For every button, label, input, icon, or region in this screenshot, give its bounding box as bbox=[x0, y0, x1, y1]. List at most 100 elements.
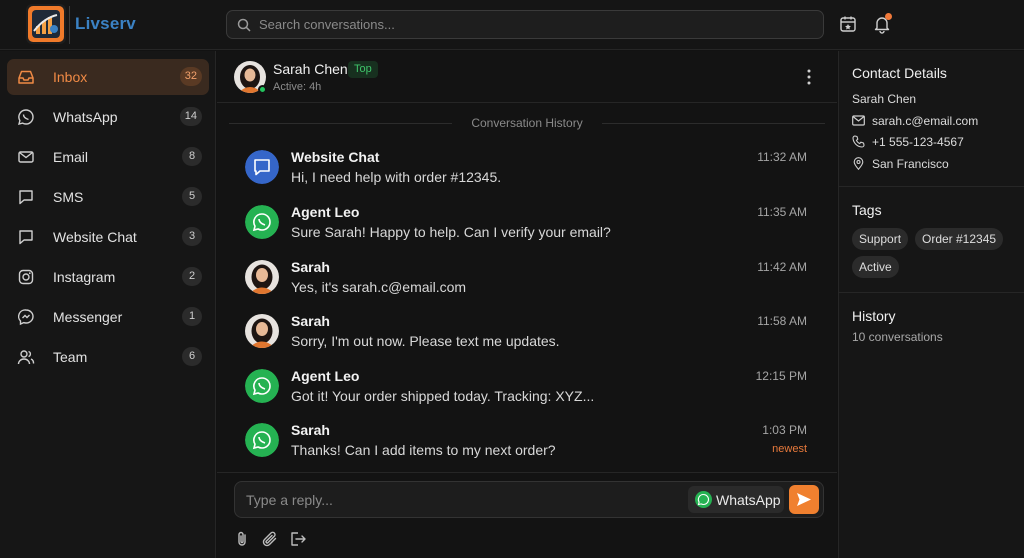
sidebar-item-label: Messenger bbox=[53, 309, 123, 325]
message-item[interactable]: Sarah Sorry, I'm out now. Please text me… bbox=[245, 312, 815, 362]
brand-divider bbox=[69, 6, 70, 44]
reply-box[interactable]: WhatsApp bbox=[234, 481, 824, 518]
more-options-icon[interactable] bbox=[805, 68, 813, 86]
whatsapp-avatar bbox=[245, 369, 279, 403]
count-badge: 14 bbox=[179, 107, 202, 126]
sidebar: Inbox 32 WhatsApp 14 Email 8 SMS 5 Websi… bbox=[0, 51, 216, 558]
whatsapp-icon bbox=[695, 491, 712, 508]
sidebar-item-label: Inbox bbox=[53, 69, 88, 85]
top-bar: Livserv bbox=[0, 0, 1024, 50]
tag-chip[interactable]: Order #12345 bbox=[915, 228, 1004, 250]
sidebar-item-sms[interactable]: SMS 5 bbox=[7, 179, 209, 215]
online-indicator bbox=[258, 85, 267, 94]
tags-section: Tags Support Order #12345 Active bbox=[839, 187, 1024, 293]
message-text: Sure Sarah! Happy to help. Can I verify … bbox=[291, 224, 611, 240]
reply-channel-label: WhatsApp bbox=[716, 492, 781, 508]
contact-details-title: Contact Details bbox=[852, 65, 947, 81]
sidebar-item-instagram[interactable]: Instagram 2 bbox=[7, 259, 209, 295]
message-time: 11:58 AM bbox=[757, 314, 807, 328]
message-sender: Website Chat bbox=[291, 149, 380, 165]
tags-title: Tags bbox=[852, 202, 882, 218]
count-badge: 8 bbox=[182, 147, 202, 166]
message-sender: Agent Leo bbox=[291, 368, 360, 384]
message-text: Thanks! Can I add items to my next order… bbox=[291, 442, 556, 458]
sidebar-item-label: SMS bbox=[53, 189, 84, 205]
sidebar-item-messenger[interactable]: Messenger 1 bbox=[7, 299, 209, 335]
messenger-icon bbox=[18, 309, 34, 326]
tag-chip[interactable]: Active bbox=[852, 256, 899, 278]
count-badge: 6 bbox=[182, 347, 202, 366]
team-icon bbox=[17, 350, 35, 365]
contact-avatar[interactable] bbox=[234, 61, 267, 94]
history-title: History bbox=[852, 308, 896, 324]
history-section: History 10 conversations bbox=[839, 293, 1024, 363]
message-text: Hi, I need help with order #12345. bbox=[291, 169, 502, 185]
message-item[interactable]: Sarah Yes, it's sarah.c@email.com 11:42 … bbox=[245, 258, 815, 308]
calendar-icon[interactable] bbox=[838, 14, 858, 34]
contact-avatar bbox=[245, 314, 279, 348]
sidebar-item-team[interactable]: Team 6 bbox=[7, 339, 209, 375]
message-item[interactable]: Website Chat Hi, I need help with order … bbox=[245, 148, 815, 198]
history-divider: Conversation History bbox=[229, 115, 825, 131]
reply-input[interactable] bbox=[246, 482, 666, 517]
priority-badge: Top bbox=[348, 61, 378, 78]
active-status: Active: 4h bbox=[273, 81, 322, 93]
message-text: Sorry, I'm out now. Please text me updat… bbox=[291, 333, 560, 349]
sidebar-item-label: Instagram bbox=[53, 269, 116, 285]
message-time: 12:15 PM bbox=[755, 369, 807, 383]
transfer-icon[interactable] bbox=[289, 530, 307, 548]
message-text: Yes, it's sarah.c@email.com bbox=[291, 279, 467, 295]
sidebar-item-website-chat[interactable]: Website Chat 3 bbox=[7, 219, 209, 255]
contact-name[interactable]: Sarah Chen bbox=[273, 61, 348, 77]
message-item[interactable]: Agent Leo Got it! Your order shipped tod… bbox=[245, 367, 815, 417]
brand-name: Livserv bbox=[75, 14, 136, 33]
reply-channel-select[interactable]: WhatsApp bbox=[688, 486, 784, 513]
instagram-icon bbox=[18, 269, 34, 285]
message-sender: Sarah bbox=[291, 259, 330, 275]
whatsapp-avatar bbox=[245, 205, 279, 239]
contact-phone: +1 555-123-4567 bbox=[872, 135, 964, 149]
whatsapp-icon bbox=[18, 109, 34, 125]
contact-detail-name: Sarah Chen bbox=[852, 92, 917, 106]
mail-icon bbox=[18, 151, 34, 163]
send-button[interactable] bbox=[789, 485, 819, 514]
phone-icon bbox=[852, 135, 865, 148]
sidebar-item-label: WhatsApp bbox=[53, 109, 118, 125]
count-badge: 3 bbox=[182, 227, 202, 246]
message-item[interactable]: Sarah Thanks! Can I add items to my next… bbox=[245, 421, 815, 471]
inbox-icon bbox=[18, 70, 34, 84]
paperclip-icon[interactable] bbox=[261, 530, 279, 548]
tag-chip[interactable]: Support bbox=[852, 228, 909, 250]
contact-email: sarah.c@email.com bbox=[872, 114, 979, 128]
attachment-icon[interactable] bbox=[233, 530, 251, 548]
sidebar-item-whatsapp[interactable]: WhatsApp 14 bbox=[7, 99, 209, 135]
count-badge: 32 bbox=[179, 67, 202, 86]
chat-icon bbox=[19, 230, 33, 245]
search-bar[interactable] bbox=[226, 10, 824, 39]
website-chat-avatar bbox=[245, 150, 279, 184]
notification-dot bbox=[885, 13, 892, 20]
sidebar-item-email[interactable]: Email 8 bbox=[7, 139, 209, 175]
sidebar-item-label: Email bbox=[53, 149, 89, 165]
message-time: 1:03 PM bbox=[762, 423, 807, 437]
count-badge: 2 bbox=[182, 267, 202, 286]
history-label: Conversation History bbox=[471, 116, 583, 130]
message-text: Got it! Your order shipped today. Tracki… bbox=[291, 388, 595, 404]
conversation-panel: Sarah Chen Top Active: 4h Conversation H… bbox=[217, 51, 837, 558]
conversation-header: Sarah Chen Top Active: 4h bbox=[217, 51, 837, 103]
message-time: 11:42 AM bbox=[757, 260, 807, 274]
send-icon bbox=[797, 493, 811, 506]
message-time: 11:32 AM bbox=[757, 150, 807, 164]
sidebar-item-label: Website Chat bbox=[53, 229, 137, 245]
search-input[interactable] bbox=[259, 11, 819, 38]
contact-location: San Francisco bbox=[872, 157, 949, 171]
message-item[interactable]: Agent Leo Sure Sarah! Happy to help. Can… bbox=[245, 203, 815, 253]
compose-area: WhatsApp bbox=[217, 472, 837, 558]
livserv-logo[interactable] bbox=[26, 4, 66, 44]
sidebar-item-inbox[interactable]: Inbox 32 bbox=[7, 59, 209, 95]
history-summary: 10 conversations bbox=[852, 330, 943, 344]
location-pin-icon bbox=[853, 157, 864, 170]
search-icon bbox=[237, 18, 251, 32]
contact-details-section: Contact Details Sarah Chen sarah.c@email… bbox=[839, 51, 1024, 187]
message-sender: Sarah bbox=[291, 422, 330, 438]
